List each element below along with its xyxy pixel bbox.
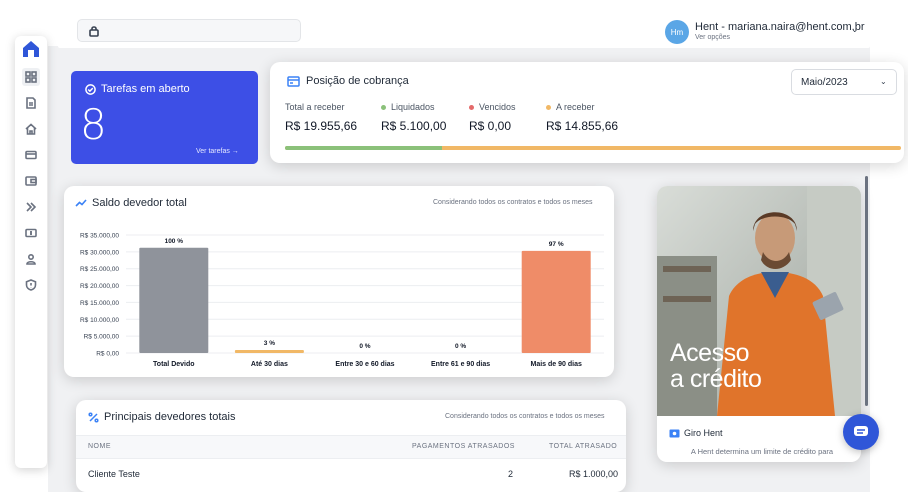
debtors-note: Considerando todos os contratos e todos … <box>445 413 605 420</box>
chat-button[interactable] <box>843 414 879 450</box>
user-options-link[interactable]: Ver opções <box>695 34 730 41</box>
table-row-name[interactable]: Cliente Teste <box>88 469 140 479</box>
dashboard-icon <box>25 71 37 83</box>
bar <box>139 247 209 353</box>
bar <box>521 250 591 353</box>
debtors-title: Principais devedores totais <box>88 411 235 423</box>
chevron-down-icon: ⌄ <box>880 77 887 86</box>
paid-label: Liquidados <box>381 102 435 112</box>
money-icon <box>25 228 37 238</box>
invoice-icon <box>287 75 300 87</box>
column-header-name[interactable]: NOME <box>88 443 111 450</box>
bar <box>234 349 304 353</box>
pending-label: A receber <box>546 102 595 112</box>
y-tick-label: R$ 25.000,00 <box>80 266 119 273</box>
sidebar-item-expand[interactable] <box>22 198 40 216</box>
table-row-total-late: R$ 1.000,00 <box>569 469 619 479</box>
sidebar-item-dashboard[interactable] <box>22 68 40 86</box>
x-tick-label: Entre 30 e 60 dias <box>335 361 394 368</box>
paid-value: R$ 5.100,00 <box>381 119 447 133</box>
y-tick-label: R$ 35.000,00 <box>80 233 119 240</box>
sidebar-item-home[interactable] <box>22 120 40 138</box>
credit-promo-headline: Acesso a crédito <box>670 339 762 393</box>
credit-promo-headline-line1: Acesso <box>670 339 749 367</box>
giro-hent-text: Giro Hent <box>684 428 723 438</box>
lock-icon <box>89 26 99 37</box>
billing-title-label: Posição de cobrança <box>306 75 409 87</box>
open-tasks-count: 8 <box>80 100 107 149</box>
bar-value-label: 100 % <box>165 238 184 245</box>
chat-icon <box>854 426 868 436</box>
x-tick-label: Até 30 dias <box>251 361 288 368</box>
sidebar-item-wallet[interactable] <box>22 172 40 190</box>
y-tick-label: R$ 5.000,00 <box>84 334 120 341</box>
sidebar-item-users[interactable] <box>22 250 40 268</box>
bar-value-label: 3 % <box>264 340 275 347</box>
column-header-total-late[interactable]: TOTAL ATRASADO <box>549 443 617 450</box>
pending-dot <box>546 104 551 110</box>
total-receivable-label: Total a receber <box>285 102 345 112</box>
open-tasks-label: Tarefas em aberto <box>101 83 190 95</box>
money-icon <box>669 429 680 437</box>
home-icon <box>25 123 37 135</box>
overdue-dot <box>469 104 474 110</box>
y-tick-label: R$ 10.000,00 <box>80 317 119 324</box>
avatar[interactable]: Hm <box>665 20 689 44</box>
sidebar-item-cards[interactable] <box>22 146 40 164</box>
chevron-down-icon[interactable]: ⌄ <box>851 24 859 35</box>
total-receivable-value: R$ 19.955,66 <box>285 119 358 133</box>
y-tick-label: R$ 30.000,00 <box>80 249 119 256</box>
paid-dot <box>381 104 386 110</box>
sidebar-item-documents[interactable] <box>22 94 40 112</box>
wallet-icon <box>25 176 37 186</box>
debtors-title-label: Principais devedores totais <box>104 411 236 423</box>
credit-card-icon <box>25 150 37 160</box>
debt-bar-chart: R$ 35.000,00 R$ 30.000,00 R$ 25.000,00 R$ 2… <box>80 233 604 368</box>
bar-value-label: 0 % <box>359 343 370 350</box>
y-tick-label: R$ 0,00 <box>96 351 119 358</box>
sidebar <box>15 36 47 468</box>
user-account-label[interactable]: Hent - mariana.naira@hent.com.br <box>695 21 865 33</box>
hent-logo-icon[interactable] <box>21 39 41 59</box>
user-icon <box>26 253 36 265</box>
debtors-table-header <box>76 435 626 459</box>
double-chevron-right-icon <box>26 202 37 212</box>
pending-value: R$ 14.855,66 <box>546 119 619 133</box>
bar-value-label: 0 % <box>455 343 466 350</box>
x-tick-label: Mais de 90 dias <box>531 361 582 368</box>
x-tick-label: Entre 61 e 90 dias <box>431 361 490 368</box>
giro-hent-label: Giro Hent <box>669 428 723 438</box>
shield-alert-icon <box>25 279 37 291</box>
column-header-late-payments[interactable]: PAGAMENTOS ATRASADOS <box>412 443 515 450</box>
credit-promo-headline-line2: a crédito <box>670 365 762 393</box>
document-icon <box>26 97 36 109</box>
view-tasks-link[interactable]: Ver tarefas → <box>196 148 239 155</box>
y-tick-label: R$ 20.000,00 <box>80 283 119 290</box>
y-tick-label: R$ 15.000,00 <box>80 300 119 307</box>
scrollbar[interactable] <box>865 176 868 406</box>
billing-title: Posição de cobrança <box>287 75 409 87</box>
billing-progress-bar <box>285 146 901 150</box>
open-tasks-title: Tarefas em aberto <box>85 83 190 95</box>
percent-icon <box>88 411 99 423</box>
search-input[interactable] <box>77 19 301 42</box>
credit-promo-description: A Hent determina um limite de crédito pa… <box>690 447 834 456</box>
month-select-value: Maio/2023 <box>801 77 848 88</box>
sidebar-item-payments[interactable] <box>22 224 40 242</box>
table-row-late-payments: 2 <box>508 469 514 479</box>
sidebar-item-alerts[interactable] <box>22 276 40 294</box>
x-tick-label: Total Devido <box>153 361 194 368</box>
overdue-value: R$ 0,00 <box>469 119 512 133</box>
overdue-label: Vencidos <box>469 102 516 112</box>
check-circle-icon <box>85 83 96 95</box>
bar-value-label: 97 % <box>549 241 564 248</box>
billing-progress-fill <box>285 146 443 150</box>
